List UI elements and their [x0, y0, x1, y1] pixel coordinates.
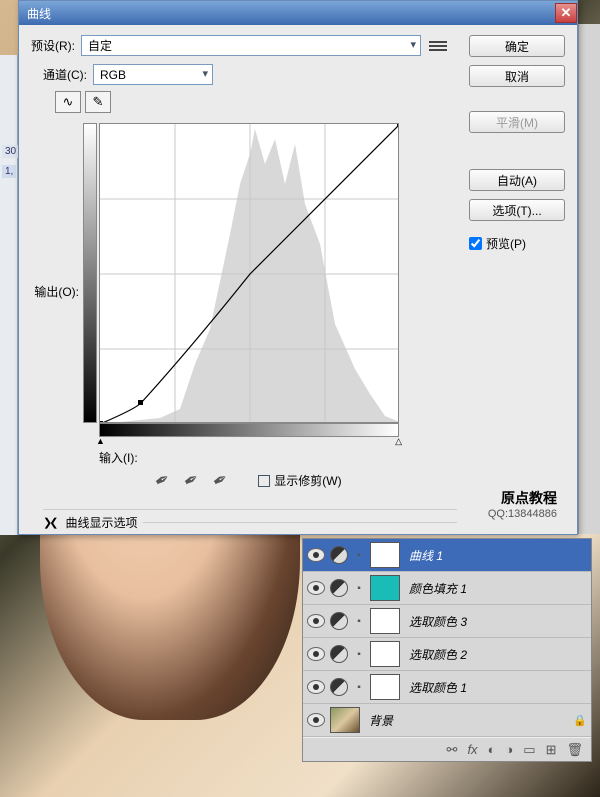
preset-label: 预设(R): [31, 37, 75, 54]
display-options-label: 曲线显示选项 [65, 514, 137, 531]
visibility-eye-icon[interactable] [307, 548, 325, 562]
output-label: 输出(O): [31, 283, 79, 423]
layer-row[interactable]: ▪ 选取颜色 3 [303, 605, 591, 638]
adjustment-layer-icon [330, 645, 348, 663]
curves-dialog: 曲线 ✕ 预设(R): 自定 通道(C): RGB [18, 0, 578, 535]
layer-row[interactable]: 背景 🔒 [303, 704, 591, 737]
expand-chevrons-icon[interactable]: ❯❮ [43, 516, 55, 529]
preview-checkbox[interactable]: 预览(P) [469, 235, 565, 252]
curve-icon: ∿ [63, 94, 74, 110]
link-icon: ▪ [353, 682, 365, 693]
coord-readout: 1, [2, 165, 16, 178]
layer-name: 选取颜色 2 [409, 646, 467, 663]
adjustment-layer-icon [330, 546, 348, 564]
cancel-button[interactable]: 取消 [469, 65, 565, 87]
adjustment-icon[interactable]: ◑ [505, 742, 513, 757]
checkbox-icon [258, 475, 270, 487]
preview-label: 预览(P) [486, 235, 526, 252]
dialog-titlebar[interactable]: 曲线 ✕ [19, 1, 577, 25]
ruler-value: 30 [2, 145, 19, 158]
layer-row[interactable]: ▪ 选取颜色 2 [303, 638, 591, 671]
channel-label: 通道(C): [43, 66, 87, 83]
mask-thumbnail[interactable] [370, 674, 400, 700]
link-icon: ▪ [353, 550, 365, 561]
gray-point-eyedropper-icon[interactable]: ✒ [176, 466, 206, 496]
curve-graph[interactable] [99, 123, 399, 423]
layer-name: 颜色填充 1 [409, 580, 467, 597]
fx-icon[interactable]: fx [467, 742, 477, 757]
visibility-eye-icon[interactable] [307, 614, 325, 628]
show-clipping-checkbox[interactable]: 显示修剪(W) [258, 472, 341, 489]
layers-panel: ▪ 曲线 1 ▪ 颜色填充 1 ▪ 选取颜色 3 ▪ 选取颜色 2 ▪ 选取颜色 1 背景 🔒 ⚯ f… [302, 538, 592, 762]
mask-icon[interactable]: ◐ [488, 742, 496, 757]
visibility-eye-icon[interactable] [307, 581, 325, 595]
link-icon: ▪ [353, 583, 365, 594]
folder-icon[interactable]: ▭ [523, 742, 535, 758]
layer-row[interactable]: ▪ 颜色填充 1 [303, 572, 591, 605]
ok-button[interactable]: 确定 [469, 35, 565, 57]
input-gradient[interactable] [99, 423, 399, 437]
adjustment-layer-icon [330, 612, 348, 630]
options-button[interactable]: 选项(T)... [469, 199, 565, 221]
curve-point-highlight[interactable] [397, 124, 399, 127]
preset-value: 自定 [88, 37, 112, 54]
curve-point-quarter[interactable] [138, 400, 143, 405]
watermark-sub: QQ:13844886 [488, 508, 557, 520]
white-point-eyedropper-icon[interactable]: ✒ [205, 466, 235, 496]
black-point-eyedropper-icon[interactable]: ✒ [147, 466, 177, 496]
trash-icon[interactable]: 🗑 [566, 742, 583, 758]
link-icon: ▪ [353, 649, 365, 660]
smooth-button: 平滑(M) [469, 111, 565, 133]
layer-row[interactable]: ▪ 选取颜色 1 [303, 671, 591, 704]
close-icon: ✕ [561, 5, 572, 20]
visibility-eye-icon[interactable] [307, 680, 325, 694]
output-gradient [83, 123, 97, 423]
ruler-strip: 30 [0, 55, 18, 535]
visibility-eye-icon[interactable] [307, 647, 325, 661]
layer-name: 选取颜色 3 [409, 613, 467, 630]
new-layer-icon[interactable]: ⊞ [546, 742, 557, 758]
layer-name: 选取颜色 1 [409, 679, 467, 696]
pencil-icon: ✎ [93, 94, 104, 110]
input-label: 输入(I): [99, 449, 457, 466]
dialog-title: 曲线 [27, 5, 51, 22]
preset-select[interactable]: 自定 [81, 35, 421, 56]
right-panel-strip [578, 24, 600, 534]
mask-thumbnail[interactable] [370, 542, 400, 568]
pencil-tool-button[interactable]: ✎ [85, 91, 111, 113]
mask-thumbnail[interactable] [370, 575, 400, 601]
layer-thumbnail[interactable] [330, 707, 360, 733]
link-icon: ▪ [353, 616, 365, 627]
preview-checkbox-input[interactable] [469, 237, 482, 250]
lock-icon: 🔒 [573, 714, 587, 727]
watermark: 原点教程 QQ:13844886 [488, 488, 557, 520]
mask-thumbnail[interactable] [370, 641, 400, 667]
layer-name: 背景 [369, 712, 393, 729]
show-clipping-label: 显示修剪(W) [274, 472, 341, 489]
link-layers-icon[interactable]: ⚯ [447, 742, 458, 758]
close-button[interactable]: ✕ [555, 3, 577, 23]
layer-name: 曲线 1 [409, 547, 443, 564]
curve-tool-button[interactable]: ∿ [55, 91, 81, 113]
preset-menu-icon[interactable] [429, 38, 447, 54]
visibility-eye-icon[interactable] [307, 713, 325, 727]
watermark-main: 原点教程 [488, 488, 557, 508]
channel-select[interactable]: RGB [93, 64, 213, 85]
adjustment-layer-icon [330, 579, 348, 597]
layer-row[interactable]: ▪ 曲线 1 [303, 539, 591, 572]
adjustment-layer-icon [330, 678, 348, 696]
mask-thumbnail[interactable] [370, 608, 400, 634]
channel-value: RGB [100, 68, 126, 82]
layers-footer: ⚯ fx ◐ ◑ ▭ ⊞ 🗑 [303, 737, 591, 761]
auto-button[interactable]: 自动(A) [469, 169, 565, 191]
